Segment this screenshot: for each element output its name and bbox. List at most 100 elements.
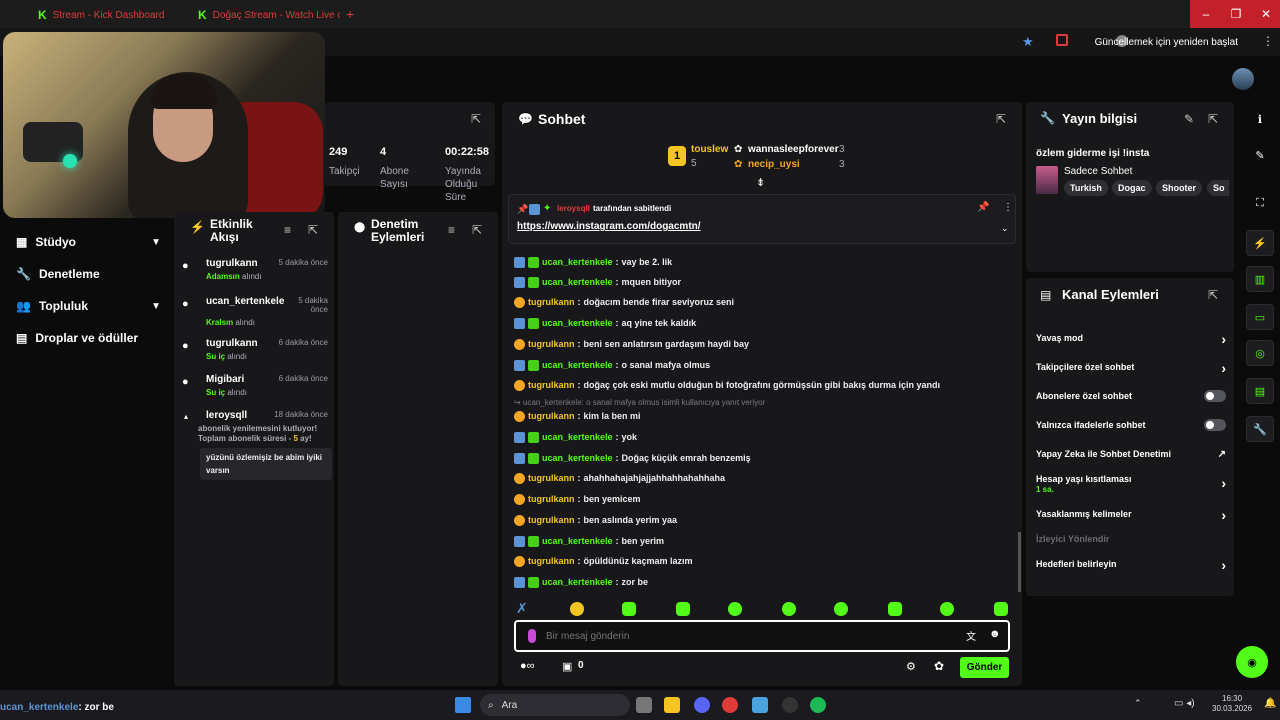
expand-gifters-icon[interactable]: ⇟ [756,176,765,189]
emote-only-toggle[interactable] [1204,419,1226,431]
more-icon[interactable]: ⋮ [1262,34,1274,48]
chat-message[interactable]: tugrulkann: doğaç çok eski mutlu olduğun … [514,377,940,393]
chat-message[interactable]: ucan_kertenkele: o sanal mafya olmus [514,357,710,373]
chat-message[interactable]: tugrulkann: kim la ben mi [514,408,641,424]
emote-kick-icon[interactable] [676,602,690,616]
new-tab-icon[interactable]: + [346,6,354,22]
chat-message[interactable]: ucan_kertenkele: zor be [514,574,648,590]
message-username[interactable]: tugrulkann [528,297,575,307]
spotify-icon[interactable] [810,697,826,713]
emote-kick-icon[interactable] [994,602,1008,616]
support-icon[interactable]: ◉ [1236,646,1268,678]
message-username[interactable]: ucan_kertenkele [542,257,613,267]
microphone-icon[interactable] [528,629,536,643]
emote-face-icon[interactable] [570,602,584,616]
settings-icon[interactable]: ⚙ [906,660,916,673]
emote-kick-icon[interactable] [728,602,742,616]
pinned-by-user[interactable]: leroysqll [557,204,590,213]
chat-rail-icon[interactable]: ▭ [1246,304,1274,330]
popout-icon[interactable]: ⇱ [471,112,481,126]
stream-category[interactable]: Sadece Sohbet [1064,166,1132,177]
nav-drops[interactable]: ▤ Droplar ve ödüller [16,326,161,350]
message-username[interactable]: ucan_kertenkele [542,318,613,328]
user-avatar[interactable] [1232,68,1254,90]
extension-icon[interactable] [1056,34,1068,46]
activity-user[interactable]: tugrulkann [206,258,258,269]
unpin-icon[interactable]: 📌 [977,202,989,213]
info-icon[interactable]: ℹ [1246,106,1274,132]
stream-tag[interactable]: Dogac [1112,180,1152,196]
filter-icon[interactable]: ≡ [448,223,455,237]
minimize-icon[interactable]: – [1190,0,1222,28]
stats-icon[interactable]: ▥ [1246,266,1274,292]
stream-tag[interactable]: Turkish [1064,180,1108,196]
activity-user[interactable]: leroysqll [206,410,247,421]
pen-icon[interactable]: ✎ [1246,142,1274,168]
action-followers-only[interactable]: Takipçilere özel sohbet › [1036,360,1226,376]
send-button[interactable]: Gönder [960,657,1009,678]
emote-kick-icon[interactable] [834,602,848,616]
gifter-name[interactable]: wannasleepforever [748,144,839,155]
emote-kick-icon[interactable] [782,602,796,616]
lightning-icon[interactable]: ⚡ [1246,230,1274,256]
popout-icon[interactable]: ⇱ [472,223,482,237]
chat-message[interactable]: ucan_kertenkele: Doğaç küçük emrah benzem… [514,450,751,466]
message-username[interactable]: ucan_kertenkele [542,577,613,587]
action-goals[interactable]: Hedefleri belirleyin › [1036,557,1226,573]
chat-message[interactable]: ucan_kertenkele: aq yine tek kaldık [514,315,696,331]
emote-bird-icon[interactable]: ✗ [516,600,528,617]
chat-input-box[interactable]: 文 ☻ [514,620,1010,652]
broadcast-icon[interactable]: ◎ [1246,340,1274,366]
wifi-icon[interactable]: ▭ ◂) [1174,698,1195,709]
discord-icon[interactable] [694,697,710,713]
activity-user[interactable]: tugrulkann [206,338,258,349]
task-view-icon[interactable] [636,697,652,713]
chat-users-icon[interactable]: ●∞ [520,660,535,672]
stream-tag[interactable]: Shooter [1156,180,1203,196]
chat-message[interactable]: ucan_kertenkele: ben yerim [514,533,664,549]
chat-message[interactable]: tugrulkann: öpüldünüz kaçmam lazım [514,553,693,569]
nav-studio[interactable]: ▦ Stüdyo ▼ [16,230,161,254]
chat-message[interactable]: tugrulkann: ben aslında yerim yaa [514,512,677,528]
message-username[interactable]: ucan_kertenkele [542,453,613,463]
translate-icon[interactable]: 文 [966,628,976,643]
stream-tag[interactable]: So [1207,180,1229,196]
message-username[interactable]: tugrulkann [528,411,575,421]
message-username[interactable]: ucan_kertenkele [542,277,613,287]
message-username[interactable]: ucan_kertenkele [542,536,613,546]
update-button[interactable]: Güncellemek için yeniden başlat [1087,32,1246,52]
action-emote-only[interactable]: Yalnızca ifadelerle sohbet [1036,419,1226,431]
chat-message[interactable]: tugrulkann: ahahhahajahjajjahhahhahahhaha [514,470,725,486]
action-ai-moderation[interactable]: Yapay Zeka ile Sohbet Denetimi ↗ [1036,449,1226,460]
chat-message[interactable]: ucan_kertenkele: yok [514,429,637,445]
maximize-icon[interactable]: ❐ [1220,0,1252,28]
message-username[interactable]: tugrulkann [528,380,575,390]
activity-user[interactable]: ucan_kertenkele [206,296,284,307]
app-icon[interactable] [752,697,768,713]
message-username[interactable]: ucan_kertenkele [542,360,613,370]
nav-moderation[interactable]: 🔧 Denetleme [16,262,161,286]
more-icon[interactable]: ⋮ [1003,202,1013,213]
chat-message[interactable]: tugrulkann: doğacım bende firar seviyoruz… [514,294,734,310]
message-username[interactable]: tugrulkann [528,556,575,566]
popout-icon[interactable]: ⇱ [996,112,1006,126]
obs-icon[interactable] [782,697,798,713]
chrome-icon[interactable] [722,697,738,713]
action-banned-words[interactable]: Yasaklanmış kelimeler › [1036,507,1226,523]
file-explorer-icon[interactable] [664,697,680,713]
chat-scrollbar[interactable] [1018,532,1021,592]
window-close-icon[interactable]: ✕ [1250,0,1280,28]
edit-icon[interactable]: ✎ [1184,112,1194,126]
store-icon[interactable]: ▣ [562,660,572,673]
gifter-name[interactable]: touslew [691,144,728,155]
chat-message[interactable]: tugrulkann: ben yemicem [514,491,641,507]
tray-chevron-icon[interactable]: ⌃ [1134,698,1142,709]
action-account-age[interactable]: Hesap yaşı kısıtlaması 1 sa. › [1036,474,1226,494]
filter-icon[interactable]: ≡ [284,223,291,237]
browser-tab-stream[interactable]: K Doğaç Stream - Watch Live on ✕ [190,4,340,26]
taskbar-search[interactable]: ⌕ Ara [480,694,630,716]
subs-only-toggle[interactable] [1204,390,1226,402]
emote-kick-icon[interactable] [940,602,954,616]
browser-tab-dashboard[interactable]: K Stream - Kick Dashboard ✕ [30,4,180,26]
message-username[interactable]: tugrulkann [528,473,575,483]
